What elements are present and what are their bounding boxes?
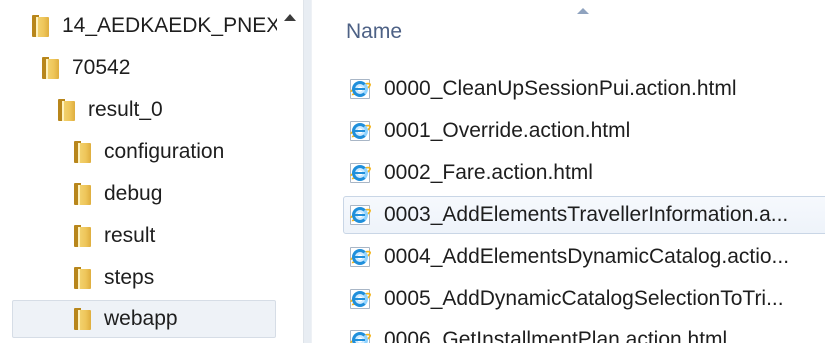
nav-scrollbar[interactable] xyxy=(277,0,303,343)
file-item[interactable]: 0002_Fare.action.html xyxy=(344,154,825,192)
tree-item-14-aedkaedk-pnex[interactable]: 14_AEDKAEDK_PNEX xyxy=(12,7,280,45)
ie-html-icon xyxy=(347,121,373,141)
tree-item-label: 14_AEDKAEDK_PNEX xyxy=(62,14,281,37)
file-item-hovered[interactable]: 0003_AddElementsTravellerInformation.a..… xyxy=(343,196,825,234)
tree-item-label: result xyxy=(104,224,156,247)
name-column-header[interactable]: Name xyxy=(312,0,825,60)
ie-html-icon xyxy=(347,163,373,183)
ie-html-icon xyxy=(347,330,373,343)
folder-icon xyxy=(74,141,91,163)
file-name: 0001_Override.action.html xyxy=(384,119,631,142)
tree-item-configuration[interactable]: configuration xyxy=(12,133,276,171)
pane-splitter[interactable] xyxy=(303,0,312,343)
folder-icon xyxy=(74,183,91,205)
folder-icon xyxy=(42,57,59,79)
tree-item-webapp[interactable]: webapp xyxy=(12,300,276,338)
tree-item-steps[interactable]: steps xyxy=(12,259,276,297)
column-header-label: Name xyxy=(346,20,403,43)
file-list-pane: Name 0000_CleanUpSessionPui.action.html … xyxy=(312,0,825,343)
ie-html-icon xyxy=(347,79,373,99)
file-item[interactable]: 0000_CleanUpSessionPui.action.html xyxy=(344,70,825,108)
folder-icon xyxy=(32,15,49,37)
tree-item-result-0[interactable]: result_0 xyxy=(12,91,276,129)
folder-icon xyxy=(74,308,91,330)
tree-item-debug[interactable]: debug xyxy=(12,175,276,213)
tree-item-label: configuration xyxy=(104,140,225,163)
folder-icon xyxy=(74,225,91,247)
file-item[interactable]: 0001_Override.action.html xyxy=(344,112,825,150)
file-name: 0002_Fare.action.html xyxy=(384,161,593,184)
tree-item-label: webapp xyxy=(104,307,178,330)
file-name: 0005_AddDynamicCatalogSelectionToTri... xyxy=(384,287,784,310)
scrollbar-track[interactable] xyxy=(280,38,298,328)
file-name: 0006_GetInstallmentPlan.action.html xyxy=(384,328,728,343)
navigation-pane: 14_AEDKAEDK_PNEX 70542 result_0 configur… xyxy=(0,0,303,343)
folder-icon xyxy=(58,99,75,121)
file-name: 0003_AddElementsTravellerInformation.a..… xyxy=(384,203,789,226)
tree-item-label: result_0 xyxy=(88,98,163,121)
file-item[interactable]: 0005_AddDynamicCatalogSelectionToTri... xyxy=(344,280,825,318)
file-item[interactable]: 0004_AddElementsDynamicCatalog.actio... xyxy=(344,238,825,276)
ie-html-icon xyxy=(347,247,373,267)
file-name: 0004_AddElementsDynamicCatalog.actio... xyxy=(384,245,790,268)
file-name: 0000_CleanUpSessionPui.action.html xyxy=(384,77,737,100)
sort-ascending-icon xyxy=(577,8,589,14)
ie-html-icon xyxy=(347,289,373,309)
tree-item-label: steps xyxy=(104,266,155,289)
scroll-up-arrow-icon[interactable] xyxy=(284,14,296,21)
tree-item-result[interactable]: result xyxy=(12,217,276,255)
file-item[interactable]: 0006_GetInstallmentPlan.action.html xyxy=(344,321,825,343)
folder-icon xyxy=(74,267,91,289)
tree-item-70542[interactable]: 70542 xyxy=(12,49,276,87)
tree-item-label: 70542 xyxy=(72,56,131,79)
ie-html-icon xyxy=(347,205,373,225)
tree-item-label: debug xyxy=(104,182,163,205)
